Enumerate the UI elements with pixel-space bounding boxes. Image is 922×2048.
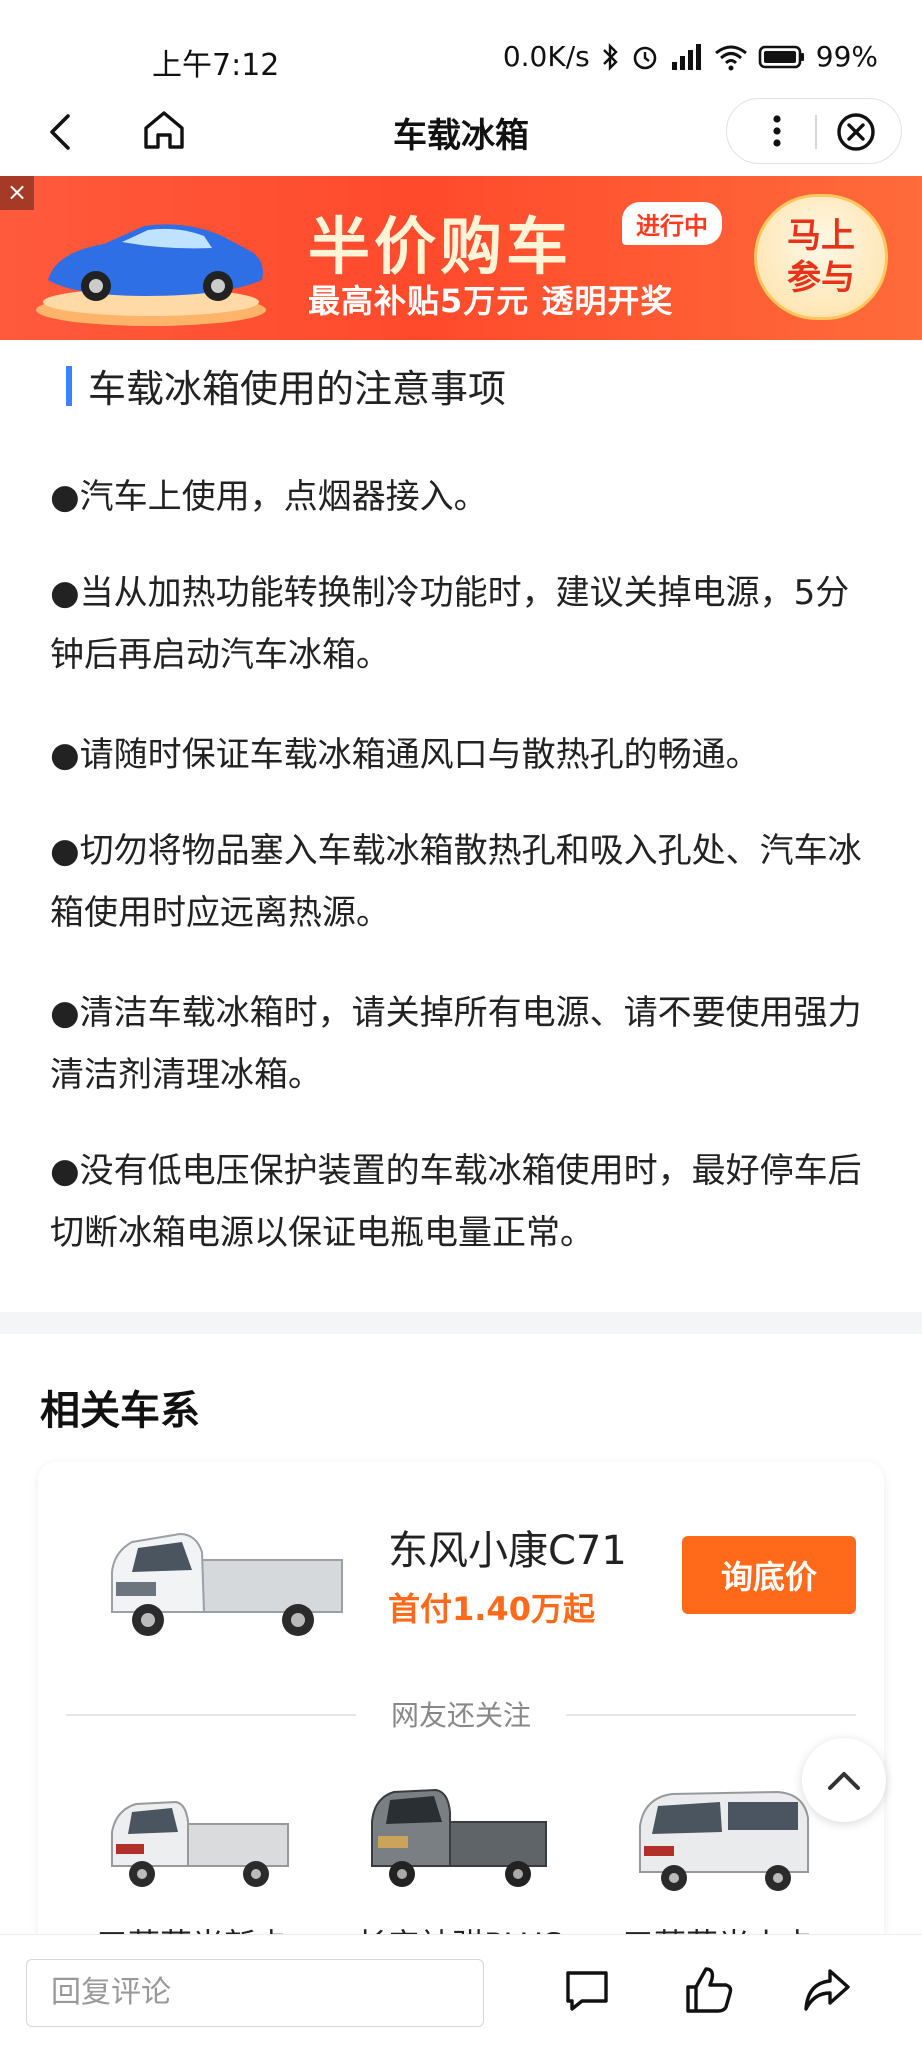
- signal-icon: [671, 43, 701, 70]
- comment-icon[interactable]: [560, 1963, 614, 2017]
- more-icon[interactable]: [757, 111, 797, 151]
- banner-join-button[interactable]: 马上参与: [754, 194, 888, 320]
- alarm-icon: [633, 46, 657, 69]
- heading-accent-bar: [66, 365, 72, 406]
- share-icon[interactable]: [800, 1963, 854, 2017]
- section-heading: 车载冰箱使用的注意事项: [66, 358, 506, 413]
- wifi-icon: [714, 45, 747, 70]
- nav-bar: 车载冰箱: [0, 90, 922, 178]
- banner-status-tag: 进行中: [622, 202, 722, 245]
- close-circle-icon[interactable]: [835, 111, 877, 153]
- bluetooth-icon: [602, 42, 618, 71]
- sports-car-icon: [36, 224, 266, 326]
- battery-icon: [758, 45, 804, 68]
- main-car-name[interactable]: 东风小康C71: [388, 1518, 627, 1576]
- article-paragraph: ●汽车上使用，点烟器接入。: [50, 477, 488, 517]
- banner-subline: 最高补贴5万元 透明开奖: [308, 282, 674, 320]
- like-icon[interactable]: [682, 1963, 736, 2017]
- thumbnail-car-3[interactable]: [628, 1762, 818, 1912]
- section-heading-text: 车载冰箱使用的注意事项: [88, 367, 507, 411]
- miniapp-capsule: [726, 98, 902, 164]
- article-paragraph: ●清洁车载冰箱时，请关掉所有电源、请不要使用强力清洁剂清理冰箱。: [50, 993, 862, 1095]
- capsule-divider: [815, 115, 817, 149]
- thumbnail-car-2[interactable]: [362, 1762, 552, 1912]
- also-watch-divider: 网友还关注: [66, 1694, 856, 1734]
- status-time: 上午7:12: [152, 48, 280, 83]
- main-car-price: 首付1.40万起: [388, 1590, 595, 1628]
- ask-price-button[interactable]: 询底价: [682, 1536, 856, 1614]
- article-paragraph: ●切勿将物品塞入车载冰箱散热孔和吸入孔处、汽车冰箱使用时应远离热源。: [50, 831, 862, 933]
- status-indicators: 0.0K/s 99%: [503, 40, 878, 73]
- chevron-up-icon: [828, 1772, 860, 1790]
- article-paragraph: ●请随时保证车载冰箱通风口与散热孔的畅通。: [50, 735, 760, 775]
- pickup-truck-image[interactable]: [92, 1512, 348, 1652]
- thumbnail-car-1[interactable]: [102, 1762, 292, 1912]
- banner-headline: 半价购车: [308, 210, 573, 283]
- comment-input[interactable]: 回复评论: [26, 1959, 484, 2027]
- article-paragraph: ●没有低电压保护装置的车载冰箱使用时，最好停车后切断冰箱电源以保证电瓶电量正常。: [50, 1151, 862, 1253]
- related-title: 相关车系: [40, 1388, 200, 1434]
- divider-line-right: [566, 1714, 856, 1716]
- article-paragraph: ●当从加热功能转换制冷功能时，建议关掉电源，5分钟后再启动汽车冰箱。: [50, 573, 850, 675]
- promo-banner[interactable]: × 半价购车 进行中 最高补贴5万元 透明开奖 马上参与: [0, 176, 922, 340]
- scroll-to-top-button[interactable]: [802, 1738, 886, 1822]
- banner-join-label: 马上参与: [787, 216, 855, 298]
- section-divider: [0, 1312, 922, 1334]
- battery-level: 99%: [815, 40, 878, 73]
- network-speed: 0.0K/s: [502, 40, 590, 73]
- bottom-bar: 回复评论: [0, 1934, 922, 2048]
